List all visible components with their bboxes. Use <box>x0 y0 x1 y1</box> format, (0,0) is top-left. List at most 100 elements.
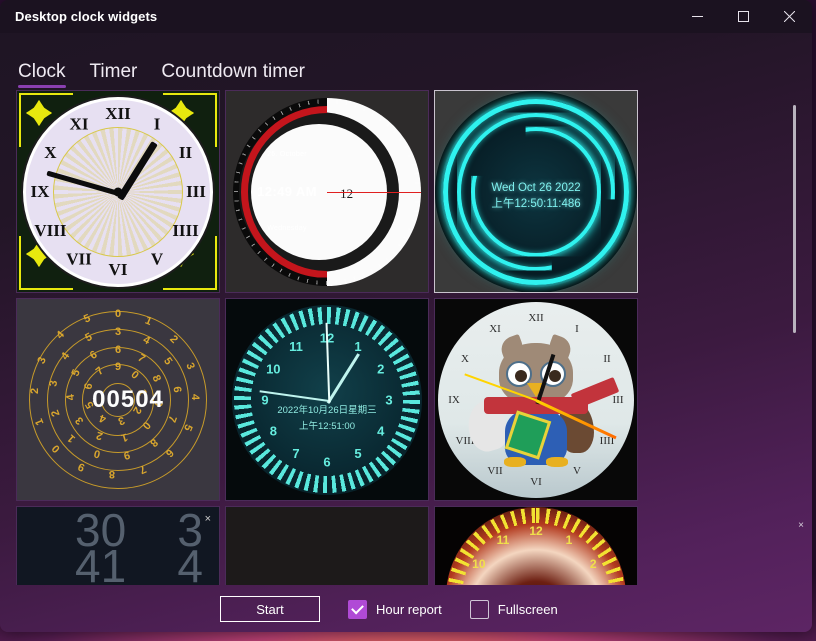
spiral-digit: 2 <box>28 387 41 394</box>
fire-hour-number: 10 <box>472 557 486 571</box>
owl-numeral: I <box>575 322 579 335</box>
fullscreen-label: Fullscreen <box>497 601 558 617</box>
clock-tile-fire-radial[interactable]: 12 1 2 10 11 <box>434 506 638 585</box>
tab-bar: Clock Timer Countdown timer <box>0 33 812 88</box>
clock-tile-red-split[interactable]: 26. October 12:49 AM Wednesday 12 <box>225 90 429 293</box>
neon-date-label: Wed Oct 26 2022 <box>491 181 581 194</box>
gothic-numeral: IIII <box>172 220 199 240</box>
gothic-numeral: X <box>44 142 57 162</box>
teal-hour-number: 6 <box>323 454 331 469</box>
scrollbar-thumb[interactable] <box>793 105 796 333</box>
owl-numeral: IX <box>448 393 460 406</box>
clock-tile-neon-cyan[interactable]: Wed Oct 26 2022 上午12:50:11:486 <box>434 90 638 293</box>
window-title: Desktop clock widgets <box>15 9 158 24</box>
teal-hour-number: 1 <box>354 338 362 354</box>
tab-timer[interactable]: Timer <box>90 62 138 88</box>
spiral-digit: 4 <box>64 392 78 401</box>
spiral-digit: 3 <box>114 325 122 338</box>
gothic-dial: XII I II III IIII V VI VII VIII IX X XI <box>23 96 213 287</box>
spiral-digit: 3 <box>47 379 61 387</box>
fullscreen-checkbox[interactable]: Fullscreen <box>469 599 558 619</box>
gothic-numeral: VI <box>108 259 128 279</box>
tab-countdown-timer[interactable]: Countdown timer <box>161 62 305 88</box>
owl-numeral: III <box>612 393 624 406</box>
fire-hour-number: 1 <box>565 532 573 547</box>
clock-tile-teal-ticks[interactable]: 121234567891011 2022年10月26日星期三 上午12:51:0… <box>225 298 429 501</box>
teal-hour-number: 11 <box>289 338 303 354</box>
red-hour-marker: 12 <box>340 185 354 201</box>
dark-digit-bottom: 41 <box>75 540 127 585</box>
spiral-digit: 6 <box>170 385 184 393</box>
start-button[interactable]: Start <box>220 596 320 622</box>
clock-tile-flip-cards[interactable]: 005316 <box>225 506 429 585</box>
owl-foot <box>546 457 568 468</box>
gothic-numeral: VII <box>66 249 92 269</box>
spiral-digit: 0 <box>114 307 122 320</box>
clock-tile-gothic-roman[interactable]: XII I II III IIII V VI VII VIII IX X XI <box>16 90 220 293</box>
owl-head <box>497 334 575 406</box>
red-weekday-label: Wednesday <box>267 225 307 232</box>
title-bar: Desktop clock widgets <box>0 0 812 33</box>
red-split-dial: 26. October 12:49 AM Wednesday 12 <box>233 97 421 286</box>
minimize-icon[interactable] <box>674 0 720 33</box>
gothic-numeral: I <box>153 113 161 133</box>
teal-hour-number: 10 <box>266 361 281 376</box>
owl-numeral: XI <box>489 322 501 335</box>
teal-dial: 121234567891011 2022年10月26日星期三 上午12:51:0… <box>232 304 422 495</box>
tab-clock[interactable]: Clock <box>18 62 66 88</box>
owl-dial: XII I II III IIII V VI VII VIII IX X XI <box>438 301 634 498</box>
maximize-icon[interactable] <box>720 0 766 33</box>
owl-numeral: V <box>573 464 581 477</box>
spiral-digit: 4 <box>188 393 201 400</box>
clock-tile-owl[interactable]: XII I II III IIII V VI VII VIII IX X XI <box>434 298 638 501</box>
owl-numeral: II <box>603 352 611 365</box>
close-icon[interactable] <box>766 0 812 33</box>
owl-numeral: XII <box>528 311 544 324</box>
gothic-numeral: VIII <box>34 220 67 240</box>
gothic-numeral: II <box>178 142 193 162</box>
gothic-numeral: IX <box>30 181 50 201</box>
gothic-numeral: V <box>150 249 164 269</box>
teal-hour-number: 5 <box>354 445 362 461</box>
fire-hour-number: 11 <box>496 532 510 547</box>
vertical-scrollbar[interactable] <box>793 105 796 585</box>
clock-widget-grid: XII I II III IIII V VI VII VIII IX X XI 26. October… <box>16 90 638 585</box>
gothic-numeral: XI <box>69 113 89 133</box>
clock-widget-grid-viewport: XII I II III IIII V VI VII VIII IX X XI 26. October… <box>16 90 792 585</box>
hand-cap <box>113 187 123 196</box>
spiral-readout: 00504 <box>92 385 164 413</box>
clock-tile-dark-digits[interactable]: 30 3 41 4 × <box>16 506 220 585</box>
neon-disc: Wed Oct 26 2022 上午12:50:11:486 <box>441 96 631 287</box>
teal-hour-number: 7 <box>292 445 300 461</box>
owl-foot <box>504 457 526 468</box>
owl-numeral: VI <box>530 475 542 488</box>
owl-numeral: X <box>461 352 469 365</box>
teal-date-label: 2022年10月26日星期三 <box>277 405 377 417</box>
dark-digit-bottom-right: 4 <box>177 540 203 585</box>
gothic-numeral: XII <box>105 103 131 123</box>
spiral-digit: 6 <box>114 343 122 356</box>
close-icon[interactable]: × <box>205 513 211 525</box>
fire-dial: 12 1 2 10 11 <box>446 507 626 585</box>
teal-hour-number: 2 <box>377 361 385 376</box>
checkbox-checked-icon[interactable] <box>348 599 367 619</box>
red-time-label: 12:49 AM <box>257 184 317 199</box>
bottom-toolbar: Start Hour report Fullscreen <box>0 586 812 632</box>
window-controls <box>674 0 812 33</box>
owl-ear <box>497 334 527 363</box>
fire-hour-number: 12 <box>529 524 543 538</box>
spiral-digit: 8 <box>108 467 115 480</box>
red-date-label: 26. October <box>267 151 307 158</box>
red-needle <box>327 191 421 193</box>
neon-time-label: 上午12:50:11:486 <box>491 198 581 211</box>
teal-time-label: 上午12:51:00 <box>299 421 355 433</box>
app-window: Desktop clock widgets Clock Timer Countd… <box>0 0 812 632</box>
overlay-close-icon[interactable]: × <box>798 520 804 531</box>
hour-report-label: Hour report <box>376 601 442 617</box>
fire-tick-ring <box>446 507 626 585</box>
hour-report-checkbox[interactable]: Hour report <box>348 599 442 619</box>
clock-tile-golden-spiral[interactable]: 0123456789012345345678901234567890123456… <box>16 298 220 501</box>
checkbox-unchecked-icon[interactable] <box>469 599 489 619</box>
fire-hour-number: 2 <box>589 557 597 571</box>
owl-numeral: VII <box>487 464 503 477</box>
